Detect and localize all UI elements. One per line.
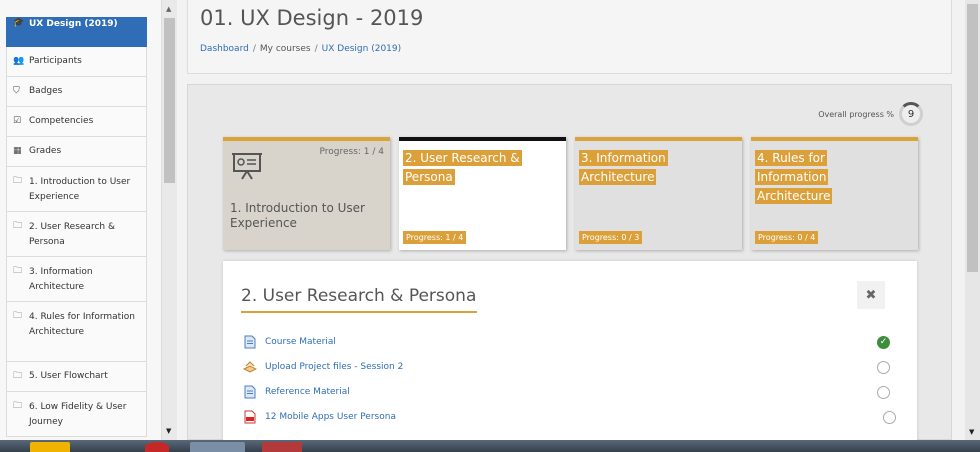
course-sidebar: 🎓 UX Design (2019) 👥 Participants ⛉ Badg… (0, 0, 162, 440)
tile-title: 3. Information Architecture (579, 150, 668, 185)
close-icon: ✖ (865, 287, 877, 303)
sidebar-scrollbar[interactable]: ▲ ▼ (162, 0, 177, 440)
activity-row[interactable]: 12 Mobile Apps User Persona (243, 408, 896, 426)
sidebar-item-label: Participants (29, 56, 82, 66)
sidebar-item-section-2[interactable]: 🗀 2. User Research & Persona (6, 212, 147, 257)
completion-unchecked-icon[interactable] (877, 385, 890, 399)
pdf-icon (244, 410, 256, 424)
page-icon (244, 385, 256, 399)
graduation-cap-icon: 🎓 (13, 18, 25, 28)
page-scrollbar-thumb[interactable] (967, 4, 978, 272)
sidebar-item-section-5[interactable]: 🗀 5. User Flowchart (6, 362, 147, 392)
taskbar-app[interactable] (190, 442, 245, 452)
shield-icon: ⛉ (13, 85, 20, 96)
breadcrumb-my-courses: My courses (259, 44, 311, 54)
section-tile-2[interactable]: 2. User Research & Persona Progress: 1 /… (399, 137, 566, 250)
sidebar-item-section-3[interactable]: 🗀 3. Information Architecture (6, 257, 147, 302)
page-icon (244, 335, 256, 349)
breadcrumb-separator: / (252, 44, 256, 54)
sidebar-item-course-home[interactable]: 🎓 UX Design (2019) (6, 17, 147, 47)
taskbar-app[interactable] (262, 442, 302, 452)
sidebar-item-section-4[interactable]: 🗀 4. Rules for Information Architecture (6, 302, 147, 362)
activity-link[interactable]: Course Material (265, 337, 336, 347)
sidebar-item-section-1[interactable]: 🗀 1. Introduction to User Experience (6, 167, 147, 212)
tile-title: 1. Introduction to User Experience (230, 201, 365, 230)
folder-icon: 🗀 (13, 176, 23, 186)
overall-progress: Overall progress % 9 (818, 102, 923, 126)
presentation-icon (232, 153, 262, 180)
sidebar-scrollbar-thumb[interactable] (164, 18, 175, 183)
completion-checked-icon[interactable]: ✓ (877, 335, 890, 349)
tile-progress-badge: Progress: 1 / 4 (403, 231, 467, 244)
folder-icon: 🗀 (13, 401, 23, 411)
folder-icon: 🗀 (13, 370, 23, 381)
main-region: 01. UX Design - 2019 Dashboard / My course… (177, 0, 965, 441)
course-content: Overall progress % 9 Progress: 1 / 4 1. … (187, 84, 952, 441)
breadcrumb-separator: / (314, 44, 318, 54)
sidebar-item-badges[interactable]: ⛉ Badges (6, 77, 147, 107)
section-tile-1[interactable]: Progress: 1 / 4 1. Introduction to User … (223, 137, 390, 250)
section-tile-3[interactable]: 3. Information Architecture Progress: 0 … (575, 137, 742, 250)
folder-icon: 🗀 (13, 311, 23, 321)
section-title: 2. User Research & Persona (241, 286, 477, 306)
activity-link[interactable]: Reference Material (265, 387, 350, 397)
overall-progress-label: Overall progress % (818, 109, 894, 119)
activity-row[interactable]: Upload Project files - Session 2 (243, 358, 893, 376)
sidebar-item-label: 2. User Research & Persona (29, 222, 115, 247)
tile-title: 2. User Research & Persona (403, 150, 522, 185)
folder-icon: 🗀 (13, 266, 23, 276)
close-button[interactable]: ✖ (857, 281, 885, 309)
checkbox-icon: ☑ (13, 115, 22, 126)
tile-progress-text: Progress: 1 / 4 (319, 147, 384, 157)
section-title-underline (241, 311, 477, 313)
assignment-icon (243, 361, 257, 373)
tile-progress-badge: Progress: 0 / 3 (579, 231, 643, 244)
breadcrumb-course[interactable]: UX Design (2019) (322, 44, 401, 54)
sidebar-item-label: Badges (29, 86, 63, 96)
sidebar-item-label: 3. Information Architecture (29, 267, 93, 292)
table-icon: ▦ (13, 145, 22, 156)
overall-progress-value: 9 (907, 108, 915, 120)
activity-row[interactable]: Course Material ✓ (243, 333, 893, 351)
section-tile-4[interactable]: 4. Rules for Information Architecture Pr… (751, 137, 918, 250)
sidebar-item-label: 4. Rules for Information Architecture (29, 312, 135, 337)
taskbar-app[interactable] (30, 442, 70, 452)
completion-unchecked-icon[interactable] (883, 410, 896, 424)
tile-progress-badge: Progress: 0 / 4 (755, 231, 819, 244)
tile-title: 4. Rules for Information Architecture (755, 150, 833, 204)
folder-icon: 🗀 (13, 221, 23, 231)
sidebar-item-section-6[interactable]: 🗀 6. Low Fidelity & User Journey (6, 392, 147, 437)
page-title: 01. UX Design - 2019 (200, 6, 424, 30)
users-icon: 👥 (13, 55, 25, 66)
breadcrumb: Dashboard / My courses / UX Design (2019) (200, 44, 401, 54)
page-header: 01. UX Design - 2019 Dashboard / My course… (187, 0, 952, 74)
sidebar-item-participants[interactable]: 👥 Participants (6, 47, 147, 77)
sidebar-item-label: 6. Low Fidelity & User Journey (29, 402, 127, 427)
breadcrumb-dashboard[interactable]: Dashboard (200, 44, 249, 54)
overall-progress-ring: 9 (899, 102, 923, 126)
os-taskbar (0, 440, 980, 452)
activity-row[interactable]: Reference Material (243, 383, 893, 401)
sidebar-item-grades[interactable]: ▦ Grades (6, 137, 147, 167)
activity-link[interactable]: 12 Mobile Apps User Persona (265, 412, 396, 422)
sidebar-item-label: Competencies (29, 116, 94, 126)
sidebar-item-label: Grades (29, 146, 62, 156)
section-detail-panel: 2. User Research & Persona ✖ Course Mate… (223, 261, 917, 441)
sidebar-item-label: 5. User Flowchart (29, 371, 108, 381)
scroll-up-arrow-icon[interactable]: ▲ (166, 5, 171, 13)
sidebar-item-label: 1. Introduction to User Experience (29, 177, 131, 202)
completion-unchecked-icon[interactable] (877, 360, 890, 374)
scroll-down-arrow-icon[interactable]: ▼ (166, 427, 171, 435)
page-scrollbar[interactable]: ▼ (965, 0, 980, 440)
scroll-down-arrow-icon[interactable]: ▼ (969, 428, 974, 436)
taskbar-app[interactable] (145, 442, 169, 452)
activity-link[interactable]: Upload Project files - Session 2 (265, 362, 403, 372)
sidebar-item-competencies[interactable]: ☑ Competencies (6, 107, 147, 137)
sidebar-item-label: UX Design (2019) (29, 19, 118, 29)
